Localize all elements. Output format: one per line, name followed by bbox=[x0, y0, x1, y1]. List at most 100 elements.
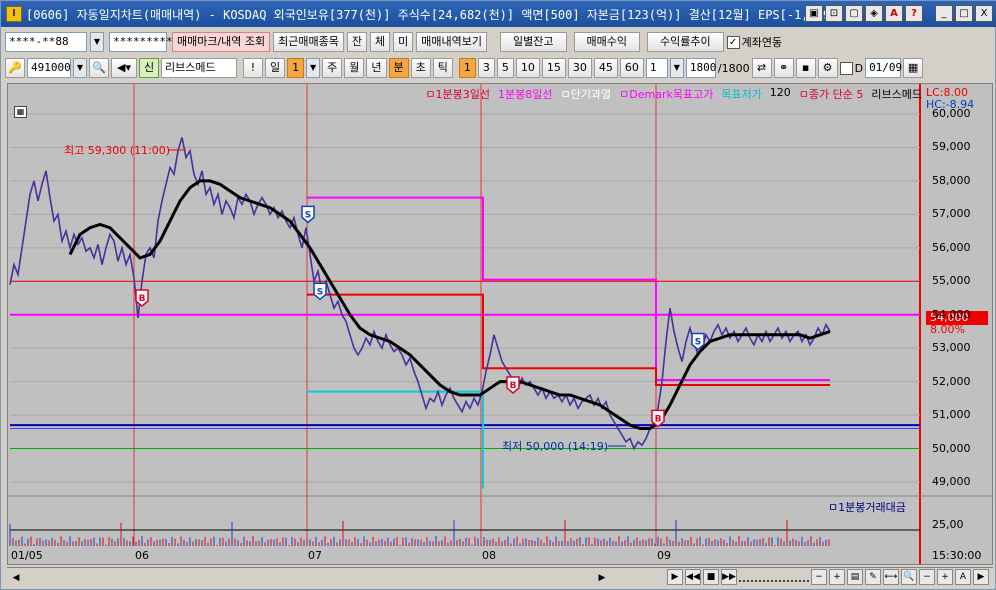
rewind-icon[interactable]: ◀◀ bbox=[685, 569, 701, 585]
legend-item[interactable]: 목표저가 bbox=[721, 86, 761, 102]
period-30-button[interactable]: 30 bbox=[567, 58, 592, 78]
y-tick-label: 59,000 bbox=[932, 140, 971, 154]
help-icon[interactable]: ? bbox=[905, 5, 923, 22]
legend-item[interactable]: 120 bbox=[770, 86, 791, 102]
zoom-out-icon[interactable]: − bbox=[811, 569, 827, 585]
y-tick-label: 60,000 bbox=[932, 107, 971, 121]
day-button[interactable]: 일 bbox=[265, 58, 286, 78]
trade-marker-label: S bbox=[695, 337, 701, 347]
playback-controls: ▶ ◀◀ ■ ▶▶ − + ▤ ✎ ⟷ 🔍 − + A ▶ bbox=[667, 569, 989, 585]
y-tick-label: 55,000 bbox=[932, 274, 971, 288]
legend-item[interactable]: 리브스메드 bbox=[871, 86, 922, 102]
calendar-icon[interactable]: ▦ bbox=[903, 58, 924, 78]
recent-trades-button[interactable]: 최근매매종목 bbox=[273, 32, 344, 52]
measure-icon[interactable]: ⟷ bbox=[883, 569, 899, 585]
period-dropdown-icon[interactable]: ▼ bbox=[669, 58, 684, 78]
week-button[interactable]: 주 bbox=[322, 58, 343, 78]
search-chart-icon[interactable]: 🔍 bbox=[901, 569, 917, 585]
refresh-icon[interactable]: ⊡ bbox=[825, 5, 843, 22]
search-icon[interactable]: 🔍 bbox=[89, 58, 109, 78]
draw-icon[interactable]: ✎ bbox=[865, 569, 881, 585]
period-15-button[interactable]: 15 bbox=[541, 58, 566, 78]
day-count-input[interactable]: 1 bbox=[287, 58, 305, 78]
month-button[interactable]: 월 bbox=[344, 58, 365, 78]
period-1-button[interactable]: 1 bbox=[458, 58, 476, 78]
period-select[interactable]: 1 bbox=[645, 58, 668, 78]
count-input[interactable]: 1800 bbox=[685, 58, 716, 78]
x-tick-label: 01/05 bbox=[11, 549, 43, 562]
close-button[interactable]: X bbox=[975, 5, 993, 22]
maximize-button[interactable]: □ bbox=[955, 5, 973, 22]
legend-item[interactable]: ㅁ단기과열 bbox=[561, 86, 612, 102]
date-toggle[interactable]: D bbox=[839, 61, 863, 75]
legend-item[interactable]: ㅁ1분봉3일선 bbox=[425, 86, 490, 102]
period-10-button[interactable]: 10 bbox=[515, 58, 540, 78]
legend-item[interactable]: 1분봉8일선 bbox=[498, 86, 552, 102]
x-tick-label: 08 bbox=[482, 549, 496, 562]
account-input[interactable]: ****-**88 bbox=[5, 32, 87, 52]
second-button[interactable]: 초 bbox=[410, 58, 431, 78]
trade-marker-label: S bbox=[305, 210, 311, 220]
account-dropdown-icon[interactable]: ▼ bbox=[90, 32, 104, 52]
executed-button[interactable]: 체 bbox=[370, 32, 391, 52]
account-link-toggle[interactable]: ✓ 계좌연동 bbox=[726, 34, 782, 50]
scroll-left-icon[interactable]: ◀ bbox=[9, 570, 23, 586]
stock-code-input[interactable]: 491000 bbox=[27, 58, 71, 78]
period-60-button[interactable]: 60 bbox=[619, 58, 644, 78]
account-link-checkbox[interactable]: ✓ bbox=[726, 35, 740, 49]
speed-slider[interactable] bbox=[739, 572, 809, 582]
stop-icon[interactable]: ■ bbox=[703, 569, 719, 585]
view-history-button[interactable]: 매매내역보기 bbox=[416, 32, 488, 52]
key-icon[interactable]: 🔑 bbox=[5, 58, 25, 78]
y-tick-label: 53,000 bbox=[932, 341, 971, 355]
config-icon[interactable]: ⚙ bbox=[817, 58, 838, 78]
return-trend-button[interactable]: 수익률추이 bbox=[646, 32, 724, 52]
layout-icon[interactable]: ▤ bbox=[847, 569, 863, 585]
time-label: 15:30:00 bbox=[932, 549, 982, 562]
settings-icon[interactable]: ◈ bbox=[865, 5, 883, 22]
period-3-button[interactable]: 3 bbox=[477, 58, 495, 78]
app-window: I [0606] 자동일지차트(매매내역) - KOSDAQ 외국인보유[377… bbox=[0, 0, 996, 590]
minimize-button[interactable]: _ bbox=[935, 5, 953, 22]
play-icon[interactable]: ▶ bbox=[667, 569, 683, 585]
legend-item[interactable]: ㅁDemark목표고가 bbox=[619, 86, 713, 102]
new-tag: 신 bbox=[139, 58, 159, 78]
chart-area[interactable]: B S S B B S ㅁ1분봉3일선 1분봉8일선 ㅁ단기과열 ㅁDemark목표고가 목표저가… bbox=[7, 83, 994, 565]
scroll-end-icon[interactable]: ▶ bbox=[973, 569, 989, 585]
alert-button[interactable]: ! bbox=[243, 58, 263, 78]
window-icon[interactable]: ▢ bbox=[845, 5, 863, 22]
legend-item[interactable]: ㅁ종가 단순 5 bbox=[799, 86, 864, 102]
y-tick-label: 50,000 bbox=[932, 441, 971, 455]
period-45-button[interactable]: 45 bbox=[593, 58, 618, 78]
crosshair-icon[interactable]: + bbox=[937, 569, 953, 585]
year-button[interactable]: 년 bbox=[366, 58, 387, 78]
trade-profit-button[interactable]: 매매수익 bbox=[573, 32, 640, 52]
low-annotation: 최저 50,000 (14:19) bbox=[502, 440, 609, 453]
minus-icon[interactable]: − bbox=[919, 569, 935, 585]
password-input[interactable]: ********* bbox=[109, 32, 173, 52]
daily-balance-button[interactable]: 일별잔고 bbox=[500, 32, 567, 52]
day-count-dropdown-icon[interactable]: ▼ bbox=[306, 58, 321, 78]
grid-icon[interactable]: ▦ bbox=[14, 106, 27, 118]
font-icon[interactable]: A bbox=[885, 5, 903, 22]
minute-button[interactable]: 분 bbox=[388, 58, 409, 78]
compare-icon[interactable]: ⇄ bbox=[751, 58, 772, 78]
tick-button[interactable]: 틱 bbox=[432, 58, 453, 78]
scroll-right-icon[interactable]: ▶ bbox=[595, 570, 609, 586]
link-icon[interactable]: ▣ bbox=[805, 5, 823, 22]
mark-query-button[interactable]: 매매마크/내역 조회 bbox=[172, 32, 271, 52]
balance-button[interactable]: 잔 bbox=[346, 32, 368, 52]
chart-scrollbar[interactable]: ◀ ▶ ▶ ◀◀ ■ ▶▶ − + ▤ ✎ ⟷ 🔍 − + A ▶ bbox=[7, 567, 993, 587]
period-5-button[interactable]: 5 bbox=[496, 58, 514, 78]
zoom-in-icon[interactable]: + bbox=[829, 569, 845, 585]
date-checkbox[interactable] bbox=[839, 61, 853, 75]
stock-name-display: 리브스메드 bbox=[161, 58, 237, 78]
save-icon[interactable]: ▪ bbox=[795, 58, 816, 78]
date-input[interactable]: 01/09 bbox=[865, 58, 902, 78]
forward-icon[interactable]: ▶▶ bbox=[721, 569, 737, 585]
speaker-icon[interactable]: ◀▾ bbox=[111, 58, 137, 78]
link-chart-icon[interactable]: ⚭ bbox=[773, 58, 794, 78]
unexecuted-button[interactable]: 미 bbox=[393, 32, 414, 52]
stock-code-dropdown-icon[interactable]: ▼ bbox=[73, 58, 87, 78]
text-icon[interactable]: A bbox=[955, 569, 971, 585]
